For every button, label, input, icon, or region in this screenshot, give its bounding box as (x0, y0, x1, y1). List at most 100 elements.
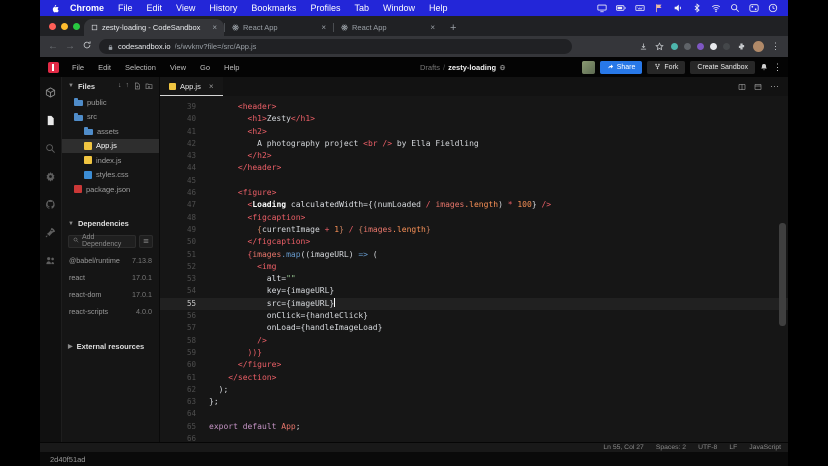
files-panel-header[interactable]: ▼ Files ↓ ↑ (62, 77, 159, 95)
github-icon[interactable] (45, 199, 56, 210)
code-line-40[interactable]: 40 <h1>Zesty</h1> (160, 113, 788, 125)
menu-history[interactable]: History (202, 3, 244, 13)
menu-window[interactable]: Window (376, 3, 422, 13)
code-area[interactable]: 39 <header> 40 <h1>Zesty</h1> 41 <h2> 42 A … (160, 96, 788, 442)
code-line-46[interactable]: 46 <figure> (160, 187, 788, 199)
csb-menu-edit[interactable]: Edit (91, 63, 118, 72)
search-icon[interactable] (730, 3, 740, 13)
back-icon[interactable]: ← (48, 41, 58, 52)
csb-menu-view[interactable]: View (163, 63, 193, 72)
forward-icon[interactable]: → (65, 41, 75, 52)
explorer-icon[interactable] (45, 115, 56, 126)
menu-tab[interactable]: Tab (347, 3, 376, 13)
dependency-react[interactable]: react 17.0.1 (62, 269, 159, 286)
overview-icon[interactable] (45, 87, 56, 98)
apple-menu-icon[interactable] (50, 4, 59, 13)
code-line-61[interactable]: 61 </section> (160, 372, 788, 384)
code-line-53[interactable]: 53 alt="" (160, 273, 788, 285)
code-line-56[interactable]: 56 onClick={handleClick} (160, 310, 788, 322)
dependency-react-scripts[interactable]: react-scripts 4.0.0 (62, 303, 159, 320)
code-line-57[interactable]: 57 onLoad={handleImageLoad} (160, 322, 788, 334)
dependency-babelruntime[interactable]: @babel/runtime 7.13.8 (62, 252, 159, 269)
deployment-icon[interactable] (45, 227, 56, 238)
extension-white-icon[interactable] (710, 43, 717, 50)
new-tab-button[interactable]: + (442, 19, 464, 36)
menu-chrome[interactable]: Chrome (63, 3, 111, 13)
tab-close-icon[interactable]: × (212, 23, 217, 32)
live-icon[interactable] (45, 255, 56, 266)
breadcrumb-folder[interactable]: Drafts (420, 63, 440, 72)
editor-tab-appjs[interactable]: App.js × (160, 77, 223, 96)
code-line-41[interactable]: 41 <h2> (160, 126, 788, 138)
code-line-43[interactable]: 43 </h2> (160, 150, 788, 162)
extensions-puzzle-icon[interactable] (737, 42, 746, 51)
file-App-js[interactable]: App.js (62, 138, 159, 153)
code-line-49[interactable]: 49 {currentImage + 1} / {images.length} (160, 224, 788, 236)
download-sandbox-icon[interactable]: ↓ (118, 82, 122, 90)
code-line-47[interactable]: 47 <Loading calculatedWidth={(numLoaded … (160, 199, 788, 211)
volume-icon[interactable] (673, 3, 683, 13)
code-line-52[interactable]: 52 <img (160, 261, 788, 273)
code-line-59[interactable]: 59 ))} (160, 347, 788, 359)
user-avatar[interactable] (581, 60, 595, 74)
chrome-menu-icon[interactable]: ⋮ (771, 41, 780, 52)
code-line-65[interactable]: 65 export default App; (160, 421, 788, 433)
flag-icon[interactable] (654, 3, 664, 13)
browser-tab-3[interactable]: React App × (334, 19, 442, 36)
code-line-51[interactable]: 51 {images.map((imageURL) => ( (160, 249, 788, 261)
display-icon[interactable] (597, 3, 607, 13)
status-lf[interactable]: LF (729, 444, 737, 451)
menu-edit[interactable]: Edit (140, 3, 170, 13)
tab-close-icon[interactable]: × (321, 23, 326, 32)
sandbox-title[interactable]: zesty-loading (448, 63, 496, 72)
dependency-react-dom[interactable]: react-dom 17.0.1 (62, 286, 159, 303)
code-line-42[interactable]: 42 A photography project <br /> by Ella … (160, 138, 788, 150)
menu-help[interactable]: Help (422, 3, 455, 13)
split-editor-icon[interactable] (738, 78, 746, 96)
code-line-54[interactable]: 54 key={imageURL} (160, 285, 788, 297)
code-line-63[interactable]: 63}; (160, 396, 788, 408)
csb-menu-help[interactable]: Help (217, 63, 246, 72)
minimize-window-button[interactable] (61, 23, 68, 30)
code-line-44[interactable]: 44 </header> (160, 162, 788, 174)
close-tab-icon[interactable]: × (209, 82, 214, 91)
search-icon[interactable] (45, 143, 56, 154)
codesandbox-logo[interactable] (48, 61, 59, 73)
menu-view[interactable]: View (169, 3, 202, 13)
code-line-66[interactable]: 66 (160, 433, 788, 442)
control-icon[interactable] (749, 3, 759, 13)
share-button[interactable]: Share (599, 60, 643, 74)
code-line-58[interactable]: 58 /> (160, 335, 788, 347)
chrome-profile-avatar[interactable] (753, 41, 764, 52)
close-window-button[interactable] (49, 23, 56, 30)
code-line-39[interactable]: 39 <header> (160, 101, 788, 113)
header-menu-icon[interactable]: ⋮ (773, 62, 782, 73)
reload-icon[interactable] (82, 40, 92, 53)
dependencies-panel-header[interactable]: ▼ Dependencies (62, 215, 159, 233)
menu-file[interactable]: File (111, 3, 140, 13)
browser-tab-1[interactable]: zesty-loading - CodeSandbox × (84, 19, 224, 36)
editor-more-icon[interactable]: ⋯ (770, 81, 780, 92)
create-sandbox-button[interactable]: Create Sandbox (690, 60, 755, 74)
csb-menu-go[interactable]: Go (193, 63, 217, 72)
browser-tab-2[interactable]: React App × (225, 19, 333, 36)
code-line-45[interactable]: 45 (160, 175, 788, 187)
file-styles-css[interactable]: styles.css (62, 168, 159, 183)
code-line-62[interactable]: 62 ); (160, 384, 788, 396)
status-javascript[interactable]: JavaScript (749, 444, 781, 451)
code-line-48[interactable]: 48 <figcaption> (160, 212, 788, 224)
clock-icon[interactable] (768, 3, 778, 13)
code-line-55[interactable]: 55 src={imageURL} (160, 297, 788, 311)
file-assets[interactable]: assets (62, 124, 159, 139)
status-spaces[interactable]: Spaces: 2 (656, 444, 686, 451)
keyboard-icon[interactable] (635, 3, 645, 13)
code-line-64[interactable]: 64 (160, 408, 788, 420)
open-preview-icon[interactable] (754, 78, 762, 96)
editor-scrollbar[interactable] (779, 223, 786, 326)
file-src[interactable]: src (62, 110, 159, 125)
menu-profiles[interactable]: Profiles (303, 3, 347, 13)
status-utf-8[interactable]: UTF-8 (698, 444, 717, 451)
csb-menu-file[interactable]: File (65, 63, 91, 72)
address-bar[interactable]: codesandbox.io /s/wvknv?file=/src/App.js (99, 39, 572, 54)
battery-icon[interactable] (616, 3, 626, 13)
